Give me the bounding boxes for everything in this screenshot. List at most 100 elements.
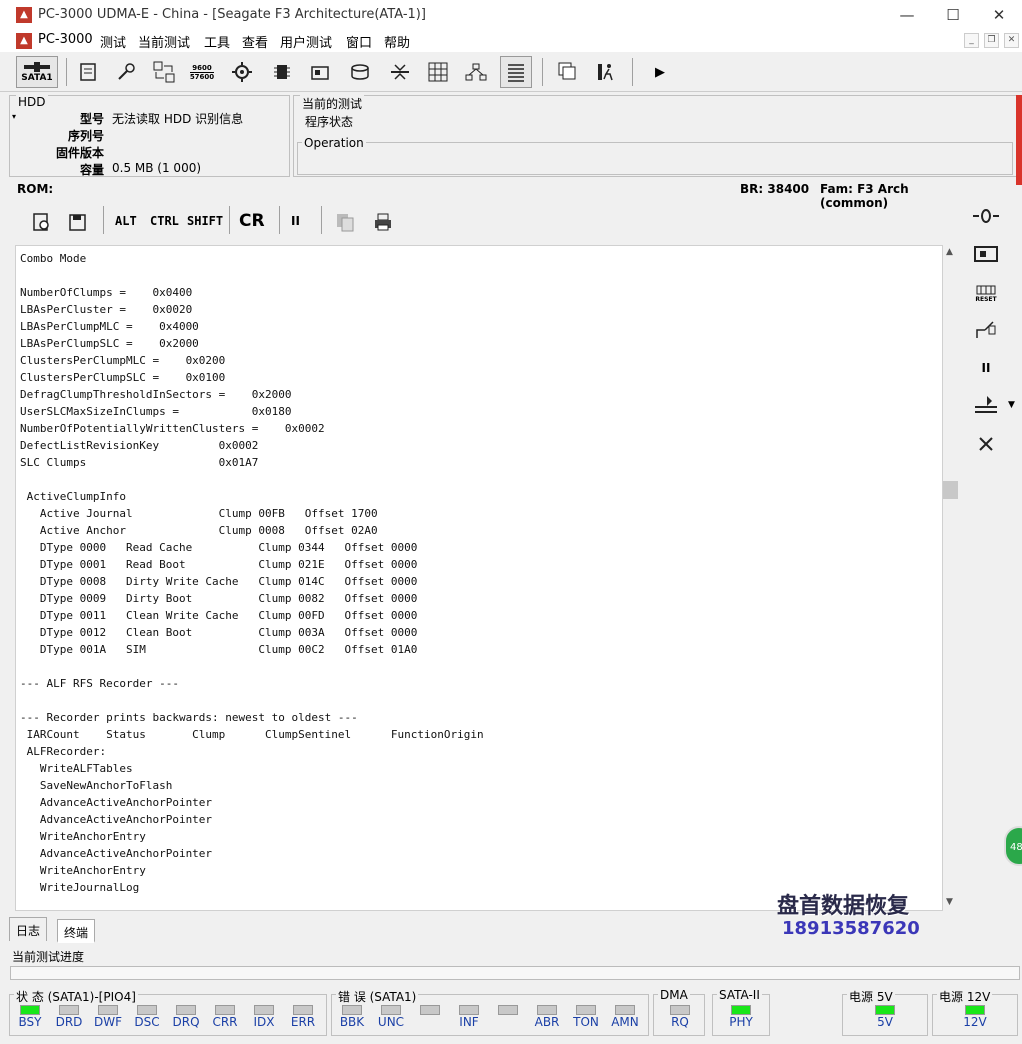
windows-button[interactable] — [552, 56, 584, 88]
transfer-button[interactable] — [148, 56, 180, 88]
heads-stack-icon — [975, 396, 997, 413]
pause-icon: II — [981, 361, 991, 375]
model-label: 型号 — [79, 112, 104, 126]
menu-window[interactable]: 窗口 — [346, 32, 372, 51]
terminal-line: Active Journal Clump 00FB Offset 1700 — [20, 507, 378, 520]
menu-tools[interactable]: 工具 — [204, 32, 230, 51]
terminal-line: ActiveClumpInfo — [20, 490, 126, 503]
cr-key-button[interactable]: CR — [239, 211, 265, 231]
terminal-line: DType 0001 Read Boot Clump 021E Offset 0… — [20, 558, 418, 571]
shift-key-button[interactable]: SHIFT — [187, 214, 223, 228]
baud-rate-button[interactable]: 9600 57600 — [186, 56, 218, 88]
status-led-amn: AMN — [607, 1005, 643, 1029]
chip-button[interactable] — [266, 56, 298, 88]
terminal-line: WriteALFTables — [20, 762, 133, 775]
tab-terminal[interactable]: 终端 — [57, 919, 96, 943]
scroll-down-icon[interactable]: ▼ — [946, 897, 953, 907]
terminal-button[interactable] — [500, 56, 532, 88]
power-toggle-button[interactable] — [966, 200, 1006, 232]
heads-button[interactable] — [384, 56, 416, 88]
terminal-toolbar: ALT CTRL SHIFT CR II — [9, 202, 963, 242]
state-group-title: 状 态 (SATA1)-[PIO4] — [14, 988, 138, 1005]
reset-button[interactable]: RESET — [966, 276, 1006, 308]
current-test-panel: 当前的测试 程序状态 Operation — [293, 95, 1017, 177]
board-button[interactable] — [304, 56, 336, 88]
scroll-up-icon[interactable]: ▲ — [946, 247, 953, 257]
grid-button[interactable] — [422, 56, 454, 88]
power-5v-title: 电源 5V — [847, 988, 895, 1005]
led-indicator — [459, 1005, 479, 1015]
scroll-document-icon — [80, 63, 96, 81]
heads-dropdown-icon[interactable]: ▼ — [1008, 400, 1015, 410]
grid-icon — [428, 62, 448, 82]
copy-button[interactable] — [329, 206, 361, 238]
pause-side-button[interactable]: II — [966, 352, 1006, 384]
rom-status-bar: ROM: BR: 38400 Fam: F3 Arch (common) — [9, 180, 963, 210]
print-button[interactable] — [367, 206, 399, 238]
status-led-err: ERR — [285, 1005, 321, 1029]
key-button[interactable] — [110, 56, 142, 88]
heads-side-button[interactable] — [966, 390, 1006, 422]
tools-side-button[interactable] — [966, 428, 1006, 460]
led-indicator — [176, 1005, 196, 1015]
main-toolbar: SATA1 9600 57600 ▶ — [0, 52, 1022, 92]
led-indicator — [537, 1005, 557, 1015]
led-indicator — [20, 1005, 40, 1015]
alt-key-button[interactable]: ALT — [115, 214, 137, 228]
sata-port-button[interactable]: SATA1 — [16, 56, 58, 88]
terminal-line: --- Recorder prints backwards: newest to… — [20, 711, 358, 724]
run-button[interactable]: ▶ — [644, 56, 676, 88]
reset-label: RESET — [975, 295, 997, 303]
status-led-5v: 5V — [867, 1005, 903, 1029]
terminal-line: WriteJournalLog — [20, 881, 140, 894]
menu-pc3000[interactable]: PC-3000 — [38, 32, 93, 47]
pause-button[interactable]: II — [291, 214, 300, 228]
maximize-button[interactable]: ☐ — [930, 2, 976, 28]
status-led-ton: TON — [568, 1005, 604, 1029]
menu-user-test[interactable]: 用户测试 — [280, 32, 332, 51]
terminal-line: AdvanceActiveAnchorPointer — [20, 796, 213, 809]
terminal-settings-button[interactable] — [25, 206, 57, 238]
operation-legend: Operation — [302, 136, 366, 150]
board-icon — [311, 66, 329, 80]
led-indicator — [293, 1005, 313, 1015]
status-group-error: 错 误 (SATA1) BBK UNC INF ABR TON AMN — [331, 988, 649, 1036]
minimize-button[interactable]: — — [884, 2, 930, 28]
status-led-bsy: BSY — [12, 1005, 48, 1029]
sata-connector-icon — [24, 62, 50, 72]
scrollbar-thumb[interactable] — [943, 481, 958, 499]
terminal-save-button[interactable] — [61, 206, 93, 238]
led-label: PHY — [729, 1015, 753, 1029]
menu-current-test[interactable]: 当前测试 — [138, 32, 190, 51]
led-label: DWF — [93, 1015, 122, 1029]
log-scroll-button[interactable] — [72, 56, 104, 88]
exit-button[interactable] — [590, 56, 622, 88]
network-button[interactable] — [460, 56, 492, 88]
menu-help[interactable]: 帮助 — [384, 32, 410, 51]
model-value: 无法读取 HDD 识别信息 — [112, 112, 244, 126]
settings-button[interactable] — [226, 56, 258, 88]
menu-test[interactable]: 测试 — [100, 32, 126, 51]
terminal-scrollbar[interactable]: ▲ ▼ — [943, 245, 959, 911]
ctrl-key-button[interactable]: CTRL — [150, 214, 179, 228]
status-group-dma: DMA RQ — [653, 988, 705, 1036]
jumper-button[interactable] — [966, 314, 1006, 346]
toolbar-separator — [632, 58, 633, 86]
floating-badge[interactable]: 48 — [1004, 826, 1022, 866]
mdi-close-button[interactable]: ✕ — [1004, 33, 1019, 48]
menu-view[interactable]: 查看 — [242, 32, 268, 51]
tab-log[interactable]: 日志 — [9, 917, 48, 941]
terminal-output[interactable]: Combo Mode NumberOfClumps = 0x0400 LBAsPe… — [15, 245, 943, 911]
terminal-line: --- ALF RFS Recorder --- — [20, 677, 179, 690]
mdi-logo-icon[interactable]: ▲ — [16, 33, 32, 49]
status-led-12v: 12V — [957, 1005, 993, 1029]
play-icon: ▶ — [655, 64, 665, 80]
board-power-button[interactable] — [966, 238, 1006, 270]
mdi-minimize-button[interactable]: _ — [964, 33, 979, 48]
close-button[interactable]: ✕ — [976, 2, 1022, 28]
pc3000-logo-icon[interactable]: ▲ — [16, 7, 32, 23]
mdi-restore-button[interactable]: ❐ — [984, 33, 999, 48]
disk-button[interactable] — [344, 56, 376, 88]
hdd-info-panel: HDD ▾ 型号 无法读取 HDD 识别信息 序列号 固件版本 容量 0.5 M… — [9, 95, 290, 177]
